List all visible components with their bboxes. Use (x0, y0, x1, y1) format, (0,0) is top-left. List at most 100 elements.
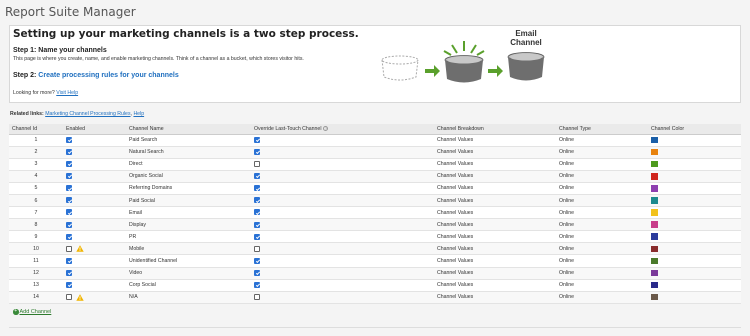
color-swatch[interactable] (651, 209, 658, 216)
visit-help-link[interactable]: Visit Help (56, 90, 78, 96)
color-cell (648, 242, 741, 256)
enabled-cell (63, 146, 126, 159)
enabled-cell (63, 230, 126, 244)
color-swatch[interactable] (651, 245, 658, 253)
table-row: 11 Unidentified Channel Channel Values Onli… (9, 254, 741, 268)
col-header-breakdown[interactable]: Channel Breakdown (434, 124, 556, 135)
override-checkbox[interactable] (254, 269, 260, 276)
channel-type: Online (556, 230, 648, 244)
override-checkbox[interactable] (254, 173, 260, 180)
color-swatch[interactable] (651, 221, 658, 228)
enabled-checkbox[interactable] (66, 173, 72, 180)
override-checkbox[interactable] (254, 161, 260, 168)
col-header-override[interactable]: Override Last-Touch Channel? (251, 124, 434, 135)
override-cell (251, 182, 434, 195)
enabled-checkbox[interactable] (66, 185, 72, 192)
channel-name: Display (126, 218, 251, 232)
color-swatch[interactable] (651, 173, 658, 180)
email-bucket-icon: Email Channel (507, 29, 545, 81)
color-swatch[interactable] (651, 148, 658, 156)
enabled-checkbox[interactable] (66, 209, 72, 216)
help-related-link[interactable]: Help (133, 111, 144, 117)
color-cell (648, 230, 741, 244)
table-row: 6 Paid Social Channel Values Online (9, 194, 741, 208)
channel-breakdown: Channel Values (434, 182, 556, 195)
channel-id: 10 (9, 242, 63, 256)
channel-id: 2 (9, 146, 63, 159)
override-cell (251, 206, 434, 220)
override-checkbox[interactable] (254, 257, 260, 264)
color-swatch[interactable] (651, 185, 658, 192)
color-cell (648, 279, 741, 292)
override-cell (251, 194, 434, 208)
channel-type: Online (556, 291, 648, 304)
override-checkbox[interactable] (254, 185, 260, 192)
add-channel-button[interactable]: + Add Channel (13, 308, 51, 315)
enabled-checkbox[interactable] (66, 233, 72, 240)
override-checkbox[interactable] (254, 209, 260, 216)
color-swatch[interactable] (651, 293, 658, 301)
color-swatch[interactable] (651, 257, 658, 265)
override-cell (251, 170, 434, 183)
processing-rules-link[interactable]: Create processing rules for your channel… (38, 72, 178, 79)
color-swatch[interactable] (651, 281, 658, 289)
color-swatch[interactable] (651, 269, 658, 277)
enabled-checkbox[interactable] (66, 161, 72, 168)
override-checkbox[interactable] (254, 233, 260, 240)
override-cell (251, 230, 434, 244)
enabled-checkbox[interactable] (66, 221, 72, 228)
enabled-checkbox[interactable] (66, 148, 72, 155)
enabled-cell (63, 254, 126, 268)
enabled-checkbox[interactable] (66, 257, 72, 264)
processing-rules-related-link[interactable]: Marketing Channel Processing Rules (45, 111, 130, 117)
channel-name: N/A (126, 291, 251, 304)
channel-name: Referring Domains (126, 182, 251, 195)
channel-id: 13 (9, 279, 63, 292)
warning-triangle-icon (76, 294, 84, 301)
override-checkbox[interactable] (254, 197, 260, 204)
enabled-checkbox[interactable] (66, 281, 72, 288)
channel-name: Natural Search (126, 146, 251, 159)
color-swatch[interactable] (651, 160, 658, 168)
more-prefix: Looking for more? (13, 90, 57, 96)
override-cell (251, 279, 434, 292)
color-swatch[interactable] (651, 233, 658, 240)
col-header-enabled[interactable]: Enabled (63, 124, 126, 135)
channel-breakdown: Channel Values (434, 206, 556, 220)
override-checkbox[interactable] (254, 136, 260, 143)
override-cell (251, 146, 434, 159)
enabled-cell (63, 182, 126, 195)
step2-prefix: Step 2: (13, 72, 39, 79)
channel-id: 11 (9, 254, 63, 268)
col-header-type[interactable]: Channel Type (556, 124, 648, 135)
enabled-checkbox[interactable] (66, 294, 72, 301)
override-checkbox[interactable] (254, 294, 260, 301)
channel-id: 7 (9, 206, 63, 220)
enabled-checkbox[interactable] (66, 136, 72, 143)
enabled-checkbox[interactable] (66, 245, 72, 252)
warning-triangle-icon (76, 245, 84, 253)
col-header-id[interactable]: Channel Id (9, 124, 63, 135)
channel-name: Unidentified Channel (126, 254, 251, 268)
channel-breakdown: Channel Values (434, 267, 556, 280)
color-swatch[interactable] (651, 136, 658, 144)
color-swatch[interactable] (651, 197, 658, 204)
col-header-name[interactable]: Channel Name (126, 124, 251, 135)
enabled-cell (63, 242, 126, 256)
page-title: Report Suite Manager (5, 5, 136, 19)
channel-id: 14 (9, 291, 63, 304)
help-circle-icon[interactable]: ? (323, 125, 329, 131)
override-cell (251, 134, 434, 147)
channels-table: Channel Id Enabled Channel Name Override… (9, 124, 741, 304)
col-header-color[interactable]: Channel Color (648, 124, 741, 135)
channel-id: 5 (9, 182, 63, 195)
enabled-cell (63, 134, 126, 147)
override-checkbox[interactable] (254, 245, 260, 252)
enabled-checkbox[interactable] (66, 197, 72, 204)
override-cell (251, 267, 434, 280)
override-checkbox[interactable] (254, 281, 260, 288)
override-checkbox[interactable] (254, 221, 260, 228)
enabled-checkbox[interactable] (66, 269, 72, 276)
override-checkbox[interactable] (254, 148, 260, 155)
channel-id: 8 (9, 218, 63, 232)
